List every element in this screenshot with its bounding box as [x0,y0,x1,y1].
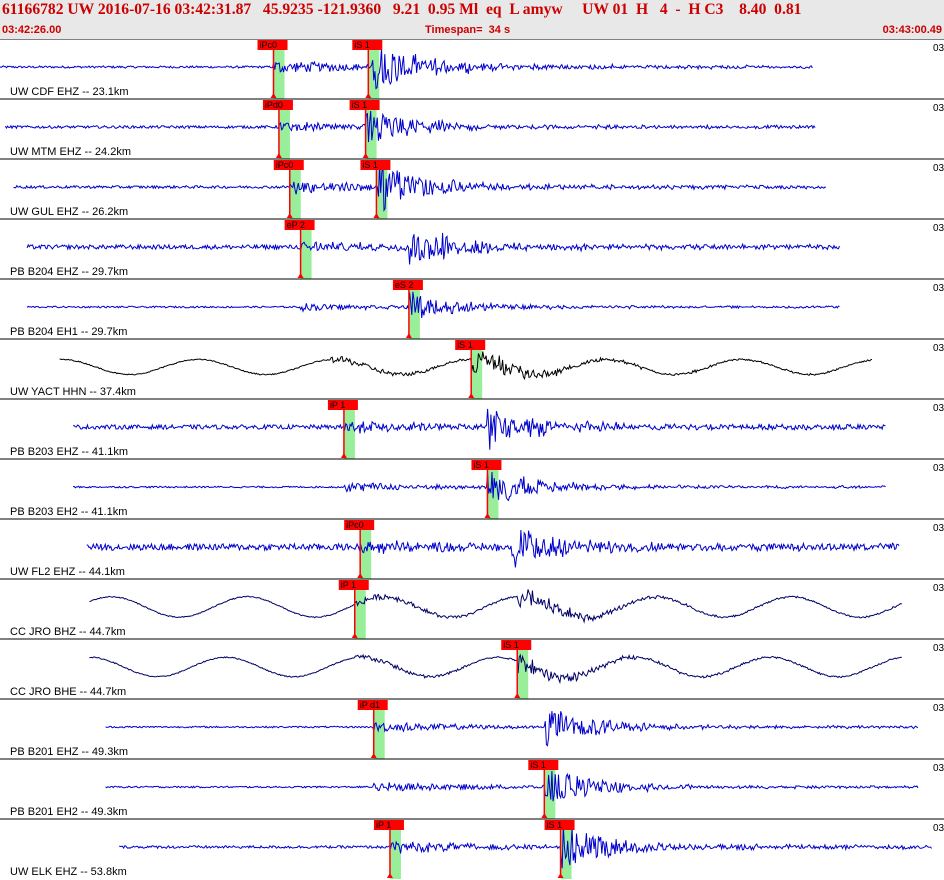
channel-label: PB B201 EH2 -- 49.3km [10,806,127,818]
channel-label: PB B201 EHZ -- 49.3km [10,746,128,758]
trace-panel: iP 1 PB B203 EHZ -- 41.1km 03 [0,398,944,459]
waveform-line [86,529,900,568]
edge-time-label: 03 [933,703,944,714]
trace-panel: iPd0 iS 1 UW MTM EHZ -- 24.2km 03 [0,98,944,159]
pick-label: iP 1 [376,820,391,830]
channel-label: PB B204 EHZ -- 29.7km [10,266,128,278]
pick-label: iS 1 [473,460,489,470]
waveform-line [73,471,886,502]
edge-time-label: 03 [933,403,944,414]
pick-label: iPc0 [276,160,294,170]
channel-label: UW FL2 EHZ -- 44.1km [10,566,125,578]
pick-label: iS 1 [362,160,378,170]
edge-time-label: 03 [933,523,944,534]
pick-label: iP d1 [360,700,380,710]
trace-panel: iS 1 PB B203 EH2 -- 41.1km 03 [0,458,944,519]
trace-panel: iP d1 PB B201 EHZ -- 49.3km 03 [0,698,944,759]
trace-panel: iPc0 UW FL2 EHZ -- 44.1km 03 [0,518,944,579]
channel-label: CC JRO BHE -- 44.7km [10,686,126,698]
channel-label: UW MTM EHZ -- 24.2km [10,146,131,158]
trace-panel: iS 1 UW YACT HHN -- 37.4km 03 [0,338,944,399]
timespan-label: Timespan= 34 s [425,24,511,36]
pick-label: iS 1 [547,820,563,830]
edge-time-label: 03 [933,43,944,54]
pick-label: iS 1 [457,340,473,350]
trace-panel: eP 2 PB B204 EHZ -- 29.7km 03 [0,218,944,279]
pick-label: iPc0 [260,40,278,50]
event-title-line: 61166782 UW 2016-07-16 03:42:31.87 45.92… [2,1,802,18]
channel-label: UW CDF EHZ -- 23.1km [10,86,129,98]
end-time-label: 03:43:00.49 [882,24,942,36]
pick-label: eP 2 [287,220,305,230]
waveform-line [118,824,932,869]
waveform-line [89,653,902,685]
trace-panel: iPc0 iS 1 UW CDF EHZ -- 23.1km 03 [0,39,944,99]
pick-label: iP 1 [341,580,356,590]
record-header: 61166782 UW 2016-07-16 03:42:31.87 45.92… [0,0,944,39]
edge-time-label: 03 [933,823,944,834]
pick-label: iPc0 [346,520,364,530]
channel-label: UW GUL EHZ -- 26.2km [10,206,128,218]
trace-panel: iP 1 CC JRO BHZ -- 44.7km 03 [0,578,944,639]
waveform-line [0,47,813,90]
pick-label: iS 1 [354,40,370,50]
waveform-line [26,232,840,265]
channel-label: PB B203 EH2 -- 41.1km [10,506,127,518]
pick-label: iS 1 [530,760,546,770]
pick-label: iS 1 [503,640,519,650]
waveform-line [26,291,840,319]
edge-time-label: 03 [933,763,944,774]
channel-label: PB B203 EHZ -- 41.1km [10,446,128,458]
trace-panel: iS 1 PB B201 EH2 -- 49.3km 03 [0,758,944,819]
trace-panel: iPc0 iS 1 UW GUL EHZ -- 26.2km 03 [0,158,944,219]
channel-label: PB B204 EH1 -- 29.7km [10,326,127,338]
waveform-line [105,711,919,747]
edge-time-label: 03 [933,223,944,234]
pick-label: iPd0 [265,100,283,110]
seismogram-plot: iPc0 iS 1 UW CDF EHZ -- 23.1km 03 iPd0 iS 1 UW… [0,39,944,879]
edge-time-label: 03 [933,103,944,114]
edge-time-label: 03 [933,283,944,294]
channel-label: UW YACT HHN -- 37.4km [10,386,136,398]
trace-panel: eS 2 PB B204 EH1 -- 29.7km 03 [0,278,944,339]
waveform-line [4,110,816,143]
waveform-line [73,408,886,450]
pick-label: iS 1 [352,100,368,110]
trace-panel: iP 1 iS 1 UW ELK EHZ -- 53.8km 03 [0,818,944,879]
edge-time-label: 03 [933,583,944,594]
trace-panel: iS 1 CC JRO BHE -- 44.7km 03 [0,638,944,699]
start-time-label: 03:42:26.00 [2,24,62,36]
waveform-line [13,162,827,212]
waveform-line [59,351,873,381]
waveform-line [105,771,919,802]
edge-time-label: 03 [933,463,944,474]
pick-label: eS 2 [395,280,414,290]
edge-time-label: 03 [933,643,944,654]
edge-time-label: 03 [933,343,944,354]
edge-time-label: 03 [933,163,944,174]
channel-label: UW ELK EHZ -- 53.8km [10,866,127,878]
pick-label: iP 1 [330,400,345,410]
channel-label: CC JRO BHZ -- 44.7km [10,626,126,638]
waveform-line [89,589,902,624]
